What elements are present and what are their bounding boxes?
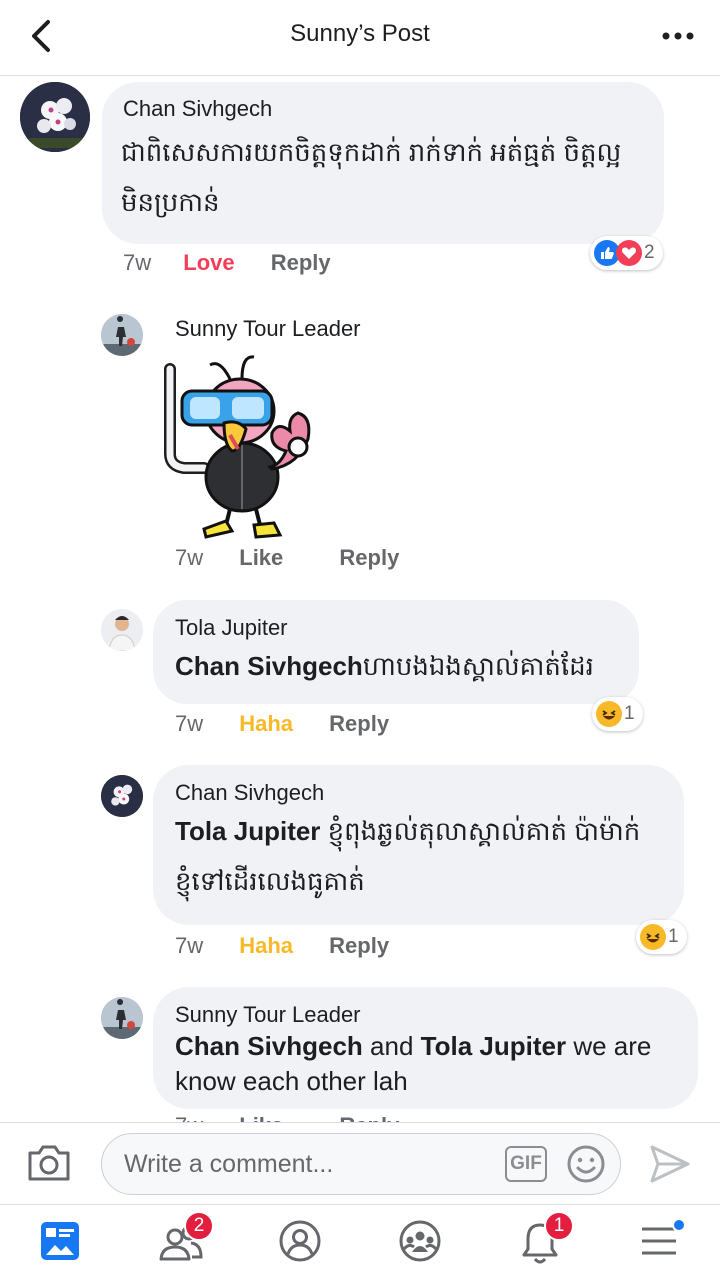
reaction-count: 1 [668,926,679,947]
haha-reaction-icon [596,701,622,727]
reply-button[interactable]: Reply [271,250,331,276]
menu-notification-dot [672,1218,686,1232]
mention-link[interactable]: Chan Sivhgech [175,1031,363,1061]
mention-link[interactable]: Tola Jupiter [175,816,320,846]
comment-time: 7w [175,933,204,958]
more-options-button[interactable] [660,22,696,50]
bottom-tab-bar: 2 1 [0,1204,720,1280]
profile-icon [279,1220,321,1262]
like-button[interactable]: Like [239,545,283,571]
reply-button[interactable]: Reply [329,711,389,737]
comment-time: 7w [175,1113,203,1122]
like-button[interactable]: Like [239,1113,283,1122]
statue-photo-icon [101,314,143,356]
comment-body: and [362,1031,421,1061]
comment-text: Chan Sivhgechហាបងឯងស្គាល់គាត់ដែរ [175,641,594,691]
mention-link[interactable]: Tola Jupiter [421,1031,566,1061]
avatar[interactable] [101,609,143,651]
tab-news-feed[interactable] [38,1219,86,1267]
comment-author[interactable]: Chan Sivhgech [123,96,272,122]
comment-line: ខ្ញុំទៅដើរលេងធូគាត់ [175,866,365,896]
emoji-icon [567,1145,605,1183]
tab-menu[interactable] [638,1218,686,1267]
love-reaction-button[interactable]: Love [183,250,234,276]
reaction-count: 2 [644,242,655,263]
tab-profile[interactable] [278,1219,326,1267]
emoji-button[interactable] [566,1144,606,1184]
comment-author[interactable]: Chan Sivhgech [175,780,324,806]
comment-text: Tola Jupiter ខ្ញុំពុងឆ្ងល់តុលាស្គាល់គាត់… [175,806,680,906]
flower-photo-icon [20,82,90,152]
top-bar: Sunny’s Post [0,0,720,76]
groups-icon [399,1220,441,1262]
comment-actions: 7w Haha Reply [175,711,389,737]
comment-text: Chan Sivhgech and Tola Jupiter we are kn… [175,1029,690,1099]
flamingo-snorkel-sticker[interactable] [160,349,335,539]
avatar[interactable] [20,82,90,152]
more-dots-icon [662,32,694,40]
tab-friends[interactable]: 2 [158,1211,214,1267]
haha-reaction-button[interactable]: Haha [239,711,293,737]
comments-feed[interactable]: Chan Sivhgech ជាពិសេសការយកចិត្តទុកដាក់ រ… [0,77,720,1122]
reaction-summary[interactable]: 2 [590,236,663,270]
comment-body: ខ្ញុំពុងឆ្ងល់តុលាស្គាល់គាត់ ប៉ាម៉ាក់ [320,816,641,846]
comment-time: 7w [175,545,204,570]
news-feed-icon [41,1222,79,1260]
mention-link[interactable]: Chan Sivhgech [175,651,363,681]
haha-reaction-icon [640,924,666,950]
send-icon [650,1145,690,1183]
tab-notifications[interactable]: 1 [518,1211,574,1267]
camera-icon [28,1145,70,1181]
comment-input-placeholder: Write a comment... [124,1150,334,1178]
comment-composer: Write a comment... GIF [0,1122,720,1204]
gif-button[interactable]: GIF [505,1146,547,1182]
comment-time: 7w [175,711,204,736]
reaction-summary[interactable]: 1 [636,920,687,954]
avatar[interactable] [101,997,143,1039]
notifications-badge: 1 [544,1211,574,1241]
comment-body: ហាបងឯងស្គាល់គាត់ដែរ [362,651,594,681]
comment-line: ជាពិសេសការយកចិត្តទុកដាក់ រាក់ទាក់ អត់ធ្ម… [121,137,622,167]
statue-photo-icon [101,997,143,1039]
reply-button[interactable]: Reply [329,933,389,959]
comment-actions: 7w Like Reply [175,1113,399,1122]
avatar[interactable] [101,775,143,817]
tab-groups[interactable] [398,1219,446,1267]
reaction-count: 1 [624,703,635,724]
sticker-icon [164,355,311,539]
comment-input[interactable]: Write a comment... GIF [101,1133,621,1195]
comment-actions: 7w Haha Reply [175,933,389,959]
comment-text: ជាពិសេសការយកចិត្តទុកដាក់ រាក់ទាក់ អត់ធ្ម… [121,127,656,227]
comment-body: we are [566,1031,652,1061]
love-reaction-icon [616,240,642,266]
comment-line: មិនប្រកាន់ [121,187,220,217]
send-button[interactable] [648,1143,692,1185]
avatar[interactable] [101,314,143,356]
comment-line: Tola Jupiter ខ្ញុំពុងឆ្ងល់តុលាស្គាល់គាត់… [175,806,680,856]
comment-line: know each other lah [175,1066,408,1096]
page-title: Sunny’s Post [290,20,430,47]
comment-time: 7w [123,250,152,275]
comment-actions: 7w Love Reply [123,250,331,276]
comment-author[interactable]: Sunny Tour Leader [175,1002,361,1028]
haha-reaction-button[interactable]: Haha [239,933,293,959]
comment-actions: 7w Like Reply [175,545,399,571]
comment-author[interactable]: Sunny Tour Leader [175,316,361,342]
reply-button[interactable]: Reply [339,545,399,571]
comment-author[interactable]: Tola Jupiter [175,615,288,641]
reaction-summary[interactable]: 1 [592,697,643,731]
reply-button[interactable]: Reply [339,1113,399,1122]
camera-button[interactable] [26,1143,72,1183]
person-photo-icon [101,609,143,651]
friends-badge: 2 [184,1211,214,1241]
flower-photo-icon [101,775,143,817]
comment-line: Chan Sivhgech and Tola Jupiter we are [175,1029,690,1064]
